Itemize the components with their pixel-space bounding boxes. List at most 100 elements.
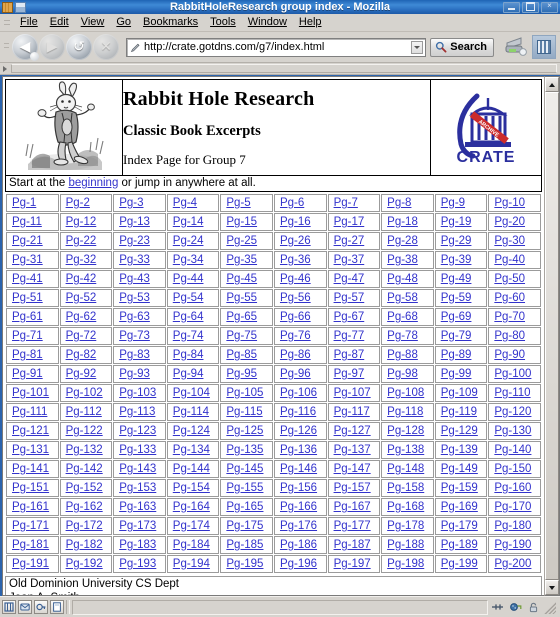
page-link-pg-105[interactable]: Pg-105 <box>226 387 263 399</box>
page-link-pg-121[interactable]: Pg-121 <box>12 425 49 437</box>
page-link-pg-66[interactable]: Pg-66 <box>280 311 311 323</box>
page-link-pg-69[interactable]: Pg-69 <box>441 311 472 323</box>
page-link-pg-165[interactable]: Pg-165 <box>226 501 263 513</box>
page-link-pg-5[interactable]: Pg-5 <box>226 197 250 209</box>
scroll-up-button[interactable] <box>545 77 559 92</box>
page-link-pg-108[interactable]: Pg-108 <box>387 387 424 399</box>
menu-help[interactable]: Help <box>293 15 328 30</box>
page-link-pg-24[interactable]: Pg-24 <box>173 235 204 247</box>
page-link-pg-166[interactable]: Pg-166 <box>280 501 317 513</box>
page-link-pg-198[interactable]: Pg-198 <box>387 558 424 570</box>
page-link-pg-125[interactable]: Pg-125 <box>226 425 263 437</box>
page-link-pg-193[interactable]: Pg-193 <box>119 558 156 570</box>
offline-status-icon[interactable] <box>490 600 505 614</box>
page-link-pg-186[interactable]: Pg-186 <box>280 539 317 551</box>
search-button[interactable]: Search <box>430 37 494 57</box>
page-link-pg-106[interactable]: Pg-106 <box>280 387 317 399</box>
page-link-pg-32[interactable]: Pg-32 <box>66 254 97 266</box>
page-link-pg-36[interactable]: Pg-36 <box>280 254 311 266</box>
page-link-pg-10[interactable]: Pg-10 <box>494 197 525 209</box>
page-link-pg-135[interactable]: Pg-135 <box>226 444 263 456</box>
page-link-pg-152[interactable]: Pg-152 <box>66 482 103 494</box>
application-icon[interactable] <box>2 1 13 13</box>
page-link-pg-200[interactable]: Pg-200 <box>494 558 531 570</box>
page-link-pg-13[interactable]: Pg-13 <box>119 216 150 228</box>
page-link-pg-44[interactable]: Pg-44 <box>173 273 204 285</box>
page-link-pg-173[interactable]: Pg-173 <box>119 520 156 532</box>
page-link-pg-93[interactable]: Pg-93 <box>119 368 150 380</box>
page-link-pg-179[interactable]: Pg-179 <box>441 520 478 532</box>
page-link-pg-104[interactable]: Pg-104 <box>173 387 210 399</box>
page-link-pg-31[interactable]: Pg-31 <box>12 254 43 266</box>
page-link-pg-116[interactable]: Pg-116 <box>280 406 316 418</box>
page-link-pg-174[interactable]: Pg-174 <box>173 520 210 532</box>
page-link-pg-88[interactable]: Pg-88 <box>387 349 418 361</box>
page-link-pg-127[interactable]: Pg-127 <box>334 425 371 437</box>
page-link-pg-142[interactable]: Pg-142 <box>66 463 103 475</box>
page-link-pg-96[interactable]: Pg-96 <box>280 368 311 380</box>
page-link-pg-16[interactable]: Pg-16 <box>280 216 311 228</box>
page-link-pg-37[interactable]: Pg-37 <box>334 254 365 266</box>
page-link-pg-171[interactable]: Pg-171 <box>12 520 49 532</box>
address-bar[interactable]: http://crate.gotdns.com/g7/index.html <box>126 37 427 57</box>
page-link-pg-148[interactable]: Pg-148 <box>387 463 424 475</box>
page-link-pg-50[interactable]: Pg-50 <box>494 273 525 285</box>
page-link-pg-53[interactable]: Pg-53 <box>119 292 150 304</box>
page-link-pg-131[interactable]: Pg-131 <box>12 444 49 456</box>
stop-button[interactable]: ✕ <box>93 34 119 60</box>
page-link-pg-35[interactable]: Pg-35 <box>226 254 257 266</box>
page-link-pg-56[interactable]: Pg-56 <box>280 292 311 304</box>
back-button[interactable]: ◀ <box>12 34 39 61</box>
menu-file[interactable]: File <box>14 15 44 30</box>
page-link-pg-11[interactable]: Pg-11 <box>12 216 42 228</box>
page-link-pg-68[interactable]: Pg-68 <box>387 311 418 323</box>
forward-button[interactable]: ▶ <box>39 34 65 60</box>
menu-edit[interactable]: Edit <box>44 15 75 30</box>
page-link-pg-94[interactable]: Pg-94 <box>173 368 204 380</box>
page-link-pg-65[interactable]: Pg-65 <box>226 311 257 323</box>
close-button[interactable]: × <box>541 1 558 13</box>
page-link-pg-150[interactable]: Pg-150 <box>494 463 531 475</box>
page-link-pg-97[interactable]: Pg-97 <box>334 368 365 380</box>
page-link-pg-38[interactable]: Pg-38 <box>387 254 418 266</box>
security-lock-icon[interactable] <box>526 600 541 614</box>
cookie-status-icon[interactable] <box>508 600 523 614</box>
url-text[interactable]: http://crate.gotdns.com/g7/index.html <box>144 40 411 54</box>
page-link-pg-58[interactable]: Pg-58 <box>387 292 418 304</box>
page-link-pg-64[interactable]: Pg-64 <box>173 311 204 323</box>
page-link-pg-191[interactable]: Pg-191 <box>12 558 49 570</box>
page-link-pg-40[interactable]: Pg-40 <box>494 254 525 266</box>
page-link-pg-194[interactable]: Pg-194 <box>173 558 210 570</box>
page-link-pg-115[interactable]: Pg-115 <box>226 406 262 418</box>
page-link-pg-145[interactable]: Pg-145 <box>226 463 263 475</box>
page-link-pg-153[interactable]: Pg-153 <box>119 482 156 494</box>
page-link-pg-158[interactable]: Pg-158 <box>387 482 424 494</box>
page-link-pg-62[interactable]: Pg-62 <box>66 311 97 323</box>
page-link-pg-9[interactable]: Pg-9 <box>441 197 465 209</box>
page-link-pg-126[interactable]: Pg-126 <box>280 425 317 437</box>
back-dropdown-nub[interactable] <box>30 52 39 61</box>
page-link-pg-26[interactable]: Pg-26 <box>280 235 311 247</box>
page-link-pg-84[interactable]: Pg-84 <box>173 349 204 361</box>
page-link-pg-76[interactable]: Pg-76 <box>280 330 311 342</box>
window-resize-grip[interactable] <box>544 600 556 614</box>
page-link-pg-117[interactable]: Pg-117 <box>334 406 370 418</box>
page-link-pg-59[interactable]: Pg-59 <box>441 292 472 304</box>
page-link-pg-123[interactable]: Pg-123 <box>119 425 156 437</box>
page-link-pg-43[interactable]: Pg-43 <box>119 273 150 285</box>
page-link-pg-52[interactable]: Pg-52 <box>66 292 97 304</box>
page-link-pg-14[interactable]: Pg-14 <box>173 216 204 228</box>
personal-toolbar-expander-icon[interactable] <box>3 65 7 72</box>
reload-button[interactable]: ↺ <box>66 34 92 60</box>
page-link-pg-81[interactable]: Pg-81 <box>12 349 43 361</box>
page-link-pg-78[interactable]: Pg-78 <box>387 330 418 342</box>
page-link-pg-101[interactable]: Pg-101 <box>12 387 49 399</box>
page-link-pg-124[interactable]: Pg-124 <box>173 425 210 437</box>
menu-view[interactable]: View <box>75 15 111 30</box>
page-link-pg-92[interactable]: Pg-92 <box>66 368 97 380</box>
page-link-pg-122[interactable]: Pg-122 <box>66 425 103 437</box>
page-link-pg-167[interactable]: Pg-167 <box>334 501 371 513</box>
page-link-pg-72[interactable]: Pg-72 <box>66 330 97 342</box>
url-dropdown-button[interactable] <box>411 40 424 54</box>
page-link-pg-1[interactable]: Pg-1 <box>12 197 36 209</box>
